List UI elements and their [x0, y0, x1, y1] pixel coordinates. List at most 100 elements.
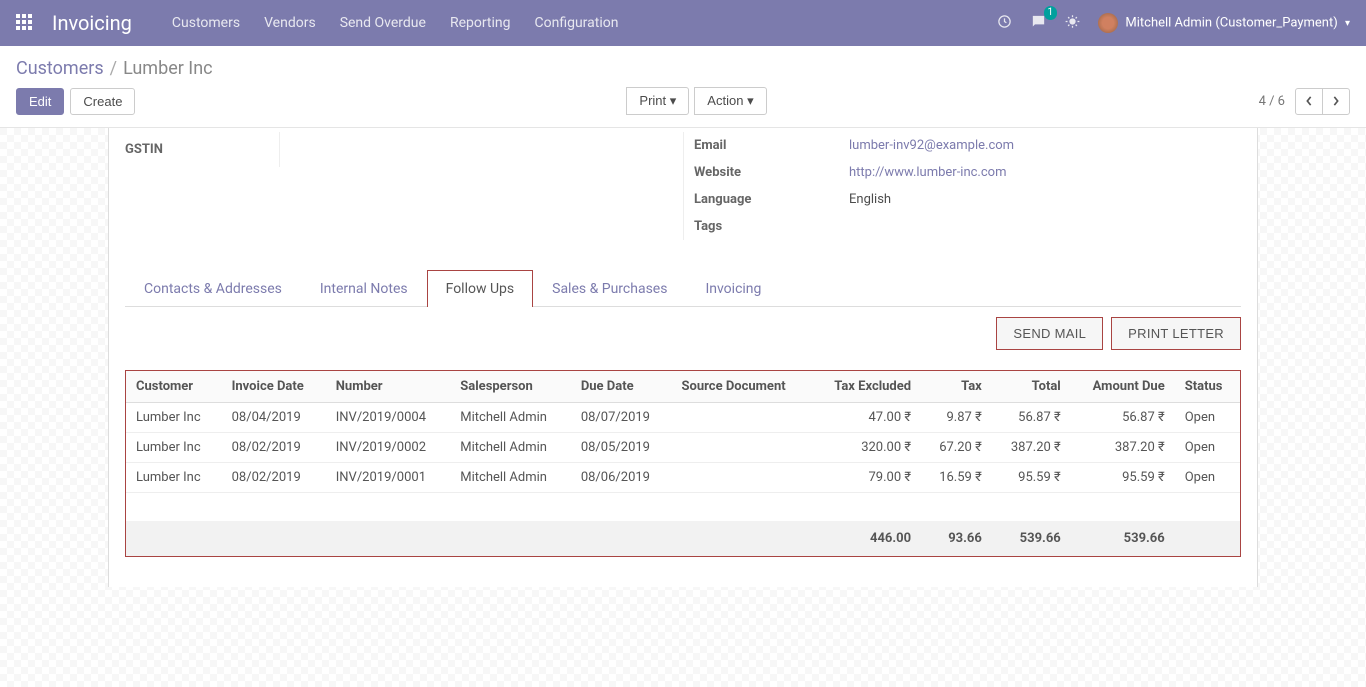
tab-follow-ups[interactable]: Follow Ups — [427, 270, 534, 307]
cell-due-date: 08/06/2019 — [571, 463, 672, 493]
col-invoice-date[interactable]: Invoice Date — [222, 371, 326, 403]
cell-tax-excluded: 79.00 ₹ — [812, 463, 921, 493]
menu-send-overdue[interactable]: Send Overdue — [340, 15, 426, 31]
cell-tax: 16.59 ₹ — [921, 463, 992, 493]
chevron-right-icon — [1332, 96, 1340, 106]
pager-prev-button[interactable] — [1295, 88, 1323, 115]
table-header-row: Customer Invoice Date Number Salesperson… — [126, 371, 1240, 403]
topbar-right: 1 Mitchell Admin (Customer_Payment) ▾ — [997, 13, 1350, 34]
tags-label: Tags — [694, 219, 849, 234]
info-row: GSTIN Email lumber-inv92@example.com Web… — [125, 128, 1241, 240]
cell-number: INV/2019/0001 — [326, 463, 451, 493]
total-tax: 93.66 — [921, 521, 992, 556]
action-label: Action — [707, 93, 743, 108]
print-letter-button[interactable]: PRINT LETTER — [1111, 317, 1241, 350]
menu-customers[interactable]: Customers — [172, 15, 240, 31]
app-brand[interactable]: Invoicing — [52, 11, 132, 35]
total-amount-due: 539.66 — [1071, 521, 1175, 556]
breadcrumb-separator: / — [110, 58, 117, 79]
breadcrumb-parent[interactable]: Customers — [16, 58, 104, 79]
col-source-document[interactable]: Source Document — [672, 371, 812, 403]
tab-internal-notes[interactable]: Internal Notes — [301, 270, 427, 307]
user-label: Mitchell Admin (Customer_Payment) — [1125, 15, 1337, 30]
cell-salesperson: Mitchell Admin — [450, 403, 571, 433]
cell-number: INV/2019/0002 — [326, 433, 451, 463]
chat-icon[interactable]: 1 — [1030, 13, 1047, 34]
breadcrumb-current: Lumber Inc — [123, 58, 213, 79]
cell-salesperson: Mitchell Admin — [450, 433, 571, 463]
menu-reporting[interactable]: Reporting — [450, 15, 511, 31]
cell-total: 387.20 ₹ — [992, 433, 1071, 463]
pager-text: 4 / 6 — [1259, 94, 1285, 109]
email-value[interactable]: lumber-inv92@example.com — [849, 138, 1241, 153]
caret-down-icon: ▾ — [670, 93, 677, 108]
menu-vendors[interactable]: Vendors — [264, 15, 316, 31]
table-row[interactable]: Lumber Inc08/02/2019INV/2019/0002Mitchel… — [126, 433, 1240, 463]
table-row[interactable]: Lumber Inc08/04/2019INV/2019/0004Mitchel… — [126, 403, 1240, 433]
chevron-left-icon — [1305, 96, 1313, 106]
col-salesperson[interactable]: Salesperson — [450, 371, 571, 403]
followup-panel: SEND MAIL PRINT LETTER Customer Invoice … — [125, 307, 1241, 557]
cell-salesperson: Mitchell Admin — [450, 463, 571, 493]
create-button[interactable]: Create — [70, 88, 135, 115]
col-tax-excluded[interactable]: Tax Excluded — [812, 371, 921, 403]
website-label: Website — [694, 165, 849, 180]
apps-icon[interactable] — [16, 14, 34, 32]
print-dropdown[interactable]: Print ▾ — [627, 87, 689, 115]
caret-down-icon: ▾ — [1345, 18, 1350, 29]
cell-amount-due: 56.87 ₹ — [1071, 403, 1175, 433]
chat-badge: 1 — [1044, 6, 1058, 20]
website-value[interactable]: http://www.lumber-inc.com — [849, 165, 1241, 180]
cell-due-date: 08/07/2019 — [571, 403, 672, 433]
email-label: Email — [694, 138, 849, 153]
cell-source-document — [672, 463, 812, 493]
cell-customer: Lumber Inc — [126, 463, 222, 493]
cell-invoice-date: 08/02/2019 — [222, 463, 326, 493]
tabs: Contacts & Addresses Internal Notes Foll… — [125, 270, 1241, 307]
tab-contacts-addresses[interactable]: Contacts & Addresses — [125, 270, 301, 307]
col-number[interactable]: Number — [326, 371, 451, 403]
send-mail-button[interactable]: SEND MAIL — [996, 317, 1103, 350]
top-navbar: Invoicing Customers Vendors Send Overdue… — [0, 0, 1366, 46]
cell-tax: 9.87 ₹ — [921, 403, 992, 433]
content-area: GSTIN Email lumber-inv92@example.com Web… — [0, 128, 1366, 687]
form-sheet: GSTIN Email lumber-inv92@example.com Web… — [108, 128, 1258, 587]
cell-tax-excluded: 320.00 ₹ — [812, 433, 921, 463]
col-amount-due[interactable]: Amount Due — [1071, 371, 1175, 403]
control-bar: Edit Create Print ▾ Action ▾ 4 / 6 — [0, 83, 1366, 128]
menu-configuration[interactable]: Configuration — [535, 15, 619, 31]
cell-total: 95.59 ₹ — [992, 463, 1071, 493]
col-due-date[interactable]: Due Date — [571, 371, 672, 403]
cell-invoice-date: 08/04/2019 — [222, 403, 326, 433]
cell-due-date: 08/05/2019 — [571, 433, 672, 463]
col-status[interactable]: Status — [1175, 371, 1240, 403]
cell-status: Open — [1175, 463, 1240, 493]
edit-button[interactable]: Edit — [16, 88, 64, 115]
total-total: 539.66 — [992, 521, 1071, 556]
pager-next-button[interactable] — [1322, 88, 1350, 115]
cell-status: Open — [1175, 403, 1240, 433]
cell-invoice-date: 08/02/2019 — [222, 433, 326, 463]
total-tax-excluded: 446.00 — [812, 521, 921, 556]
main-menu: Customers Vendors Send Overdue Reporting… — [172, 15, 619, 31]
action-dropdown[interactable]: Action ▾ — [695, 87, 766, 115]
col-tax[interactable]: Tax — [921, 371, 992, 403]
cell-tax: 67.20 ₹ — [921, 433, 992, 463]
col-customer[interactable]: Customer — [126, 371, 222, 403]
print-label: Print — [639, 93, 666, 108]
col-total[interactable]: Total — [992, 371, 1071, 403]
table-spacer — [126, 493, 1240, 521]
user-menu[interactable]: Mitchell Admin (Customer_Payment) ▾ — [1098, 13, 1350, 33]
table-totals-row: 446.0093.66539.66539.66 — [126, 521, 1240, 556]
language-value: English — [849, 192, 1241, 207]
clock-icon[interactable] — [997, 14, 1012, 33]
table-row[interactable]: Lumber Inc08/02/2019INV/2019/0001Mitchel… — [126, 463, 1240, 493]
caret-down-icon: ▾ — [747, 93, 754, 108]
cell-tax-excluded: 47.00 ₹ — [812, 403, 921, 433]
cell-amount-due: 95.59 ₹ — [1071, 463, 1175, 493]
breadcrumb: Customers / Lumber Inc — [0, 46, 1366, 83]
tab-invoicing[interactable]: Invoicing — [686, 270, 780, 307]
language-label: Language — [694, 192, 849, 207]
bug-icon[interactable] — [1065, 14, 1080, 33]
tab-sales-purchases[interactable]: Sales & Purchases — [533, 270, 686, 307]
